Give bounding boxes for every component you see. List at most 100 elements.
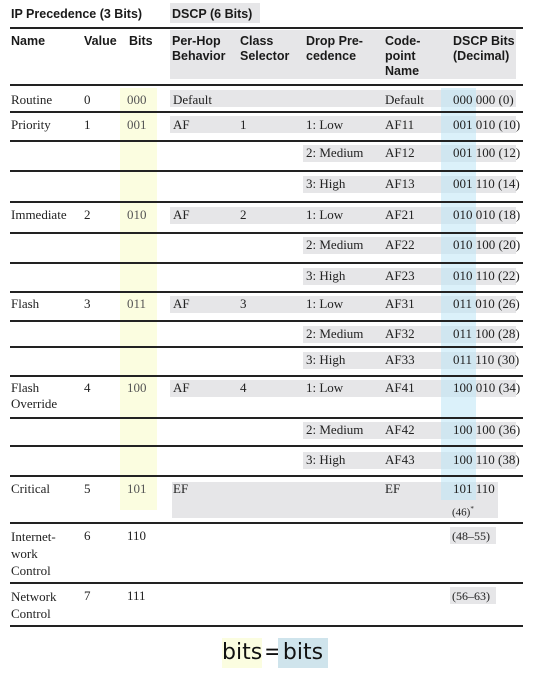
col-header-codepoint-name: Code- point Name [385,34,420,79]
col-header-drop-precedence: Drop Pre- cedence [306,34,363,64]
col-header-line: cedence [306,49,357,63]
rule [10,320,523,322]
col-header-per-hop-behavior: Per-Hop Behavior [172,34,226,64]
col-header-class-selector: Class Selector [240,34,289,64]
col-header-line: point [385,49,416,63]
col-header-line: DSCP Bits [453,34,515,48]
cell-dscp: 101 110 [453,481,495,496]
cell-bits: 111 [127,588,146,603]
rule [10,140,523,142]
cell-name: Flash [11,296,40,311]
cell-bits: 001 [127,117,147,132]
cell-dscp: 100 110 (38) [453,452,520,467]
dscp-decimal-value: (46) [452,506,471,519]
cell-bits: 011 [127,296,147,311]
cell-drop: 1: Low [306,117,344,132]
col-header-line: Selector [240,49,290,63]
cell-name-line: Flash [11,380,40,395]
cell-phb: AF [173,117,190,132]
cell-dscp: 010 110 (22) [453,268,520,283]
legend-dscp-bits: bits [278,638,328,668]
cell-codepoint: AF31 [385,296,415,311]
cell-drop: 2: Medium [306,237,364,252]
rule [10,262,523,264]
cell-drop: 1: Low [306,296,344,311]
col-header-line: Class [240,34,274,48]
cell-drop: 2: Medium [306,326,364,341]
group-header-ip-precedence: IP Precedence (3 Bits) [11,7,143,21]
rule [10,445,523,447]
cell-codepoint: AF11 [385,117,415,132]
cell-codepoint: Default [385,92,424,107]
cell-name: Critical [11,481,50,496]
cell-dscp: 011 110 (30) [453,352,520,367]
cell-name: Routine [11,92,53,107]
rule [10,475,523,477]
cell-value: 7 [84,588,91,603]
rule [10,625,523,627]
legend-equals: = [264,640,283,665]
cell-codepoint: AF23 [385,268,415,283]
cell-value: 4 [84,380,91,395]
cell-drop: 2: Medium [306,422,364,437]
cell-codepoint: AF21 [385,207,415,222]
cell-dscp: (56–63) [452,589,490,603]
col-header-name: Name [11,34,46,48]
rule [10,111,523,113]
cell-phb: Default [173,92,212,107]
col-header-line: Name [385,64,420,78]
cell-dscp-decimal: (46)* [452,501,474,521]
cell-name-line: Control [11,606,51,621]
cell-name-line: work [11,546,38,561]
col-header-bits: Bits [129,34,153,48]
cell-codepoint: AF12 [385,145,415,160]
rule [10,232,523,234]
rule [10,84,523,86]
cell-dscp: 001 110 (14) [453,176,520,191]
cell-dscp: 010 010 (18) [453,207,521,222]
cell-bits: 010 [127,207,147,222]
rule [10,346,523,348]
legend-ip-bits: bits [222,638,262,668]
col-header-line: (Decimal) [453,49,510,63]
cell-phb: EF [173,481,189,496]
cell-value: 0 [84,92,91,107]
rule [10,375,523,377]
cell-name-line: Internet- [11,529,56,544]
rule [10,27,523,29]
cell-codepoint: AF42 [385,422,415,437]
cell-name: Priority [11,117,51,132]
cell-dscp: 010 100 (20) [453,237,521,252]
rule [10,417,523,419]
cell-class-selector: 4 [240,380,247,395]
cell-dscp: 011 100 (28) [453,326,520,341]
rule [10,582,523,584]
cell-name-line: Network [11,589,57,604]
cell-class-selector: 1 [240,117,247,132]
cell-class-selector: 2 [240,207,247,222]
group-header-dscp: DSCP (6 Bits) [172,7,253,21]
cell-value: 1 [84,117,91,132]
rule [10,170,523,172]
cell-bits: 101 [127,481,147,496]
cell-drop: 3: High [306,452,346,467]
cell-drop: 3: High [306,176,346,191]
rule [10,291,523,293]
cell-dscp: 001 010 (10) [453,117,521,132]
cell-bits: 110 [127,528,147,543]
cell-value: 5 [84,481,91,496]
rule [10,201,523,203]
cell-name: Immediate [11,207,67,222]
cell-codepoint: AF33 [385,352,415,367]
cell-value: 2 [84,207,91,222]
cell-codepoint: AF32 [385,326,415,341]
cell-phb: AF [173,296,190,311]
cell-drop: 2: Medium [306,145,364,160]
cell-name: Flash Override [11,380,57,412]
col-header-line: Drop Pre- [306,34,363,48]
cell-bits: 100 [127,380,147,395]
cell-name-line: Control [11,563,51,578]
cell-name: Network Control [11,588,57,622]
col-header-line: Per-Hop [172,34,221,48]
cell-phb: AF [173,380,190,395]
